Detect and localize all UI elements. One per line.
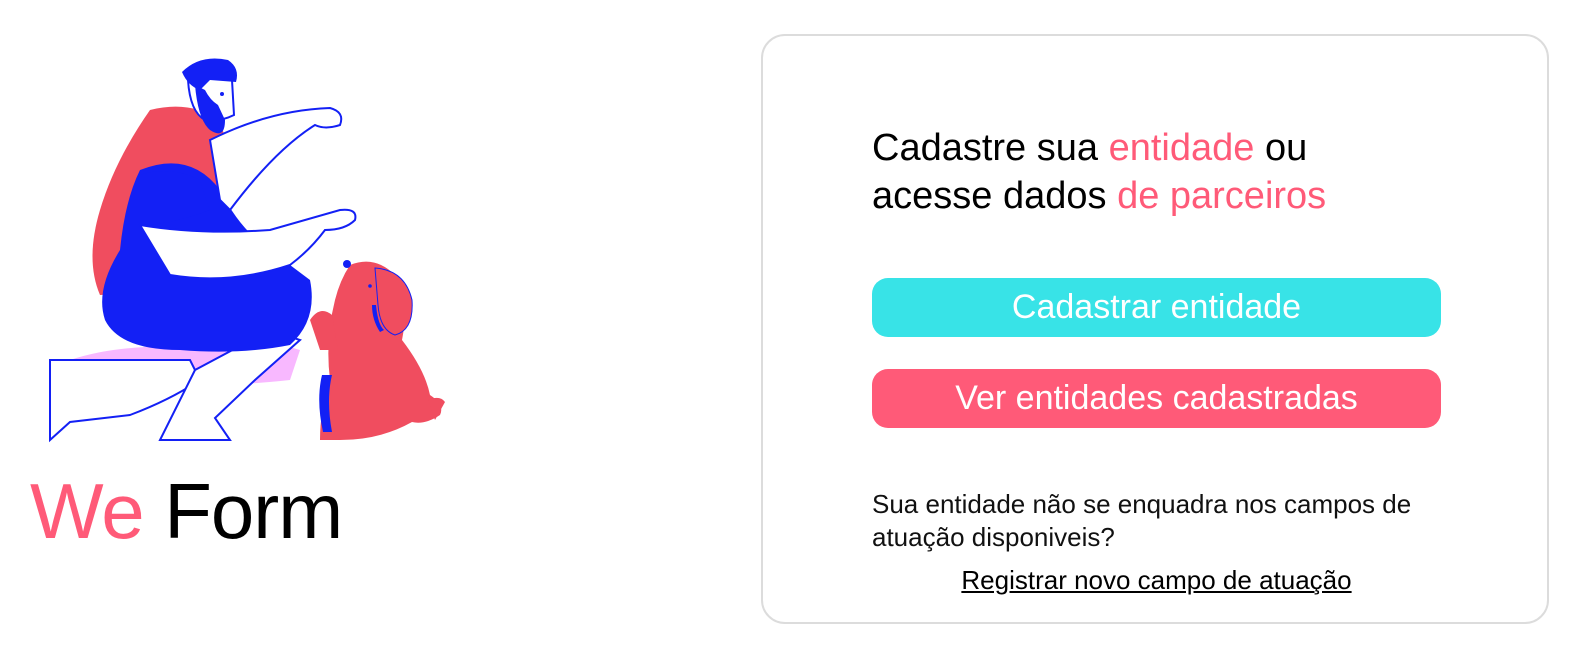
card-headline: Cadastre sua entidade ou acesse dados de… [872,124,1326,220]
headline-highlight-parceiros: de parceiros [1117,175,1327,217]
brand-we: We [30,467,145,555]
view-entities-button[interactable]: Ver entidades cadastradas [872,369,1441,428]
unsupported-field-note: Sua entidade não se enquadra nos campos … [872,489,1412,552]
register-field-link[interactable]: Registrar novo campo de atuação [872,565,1441,596]
headline-text-2: ou [1254,127,1308,169]
headline-highlight-entidade: entidade [1108,127,1255,169]
man-with-dog-illustration [49,58,445,443]
landing-page: We Form Cadastre sua entidade ou acesse … [0,0,1585,647]
headline-text-1: Cadastre sua [872,127,1109,169]
action-card: Cadastre sua entidade ou acesse dados de… [761,34,1549,624]
headline-text-3: acesse dados [872,175,1118,217]
brand-logo: We Form [30,472,343,550]
register-entity-button[interactable]: Cadastrar entidade [872,278,1441,337]
brand-form: Form [164,467,343,555]
